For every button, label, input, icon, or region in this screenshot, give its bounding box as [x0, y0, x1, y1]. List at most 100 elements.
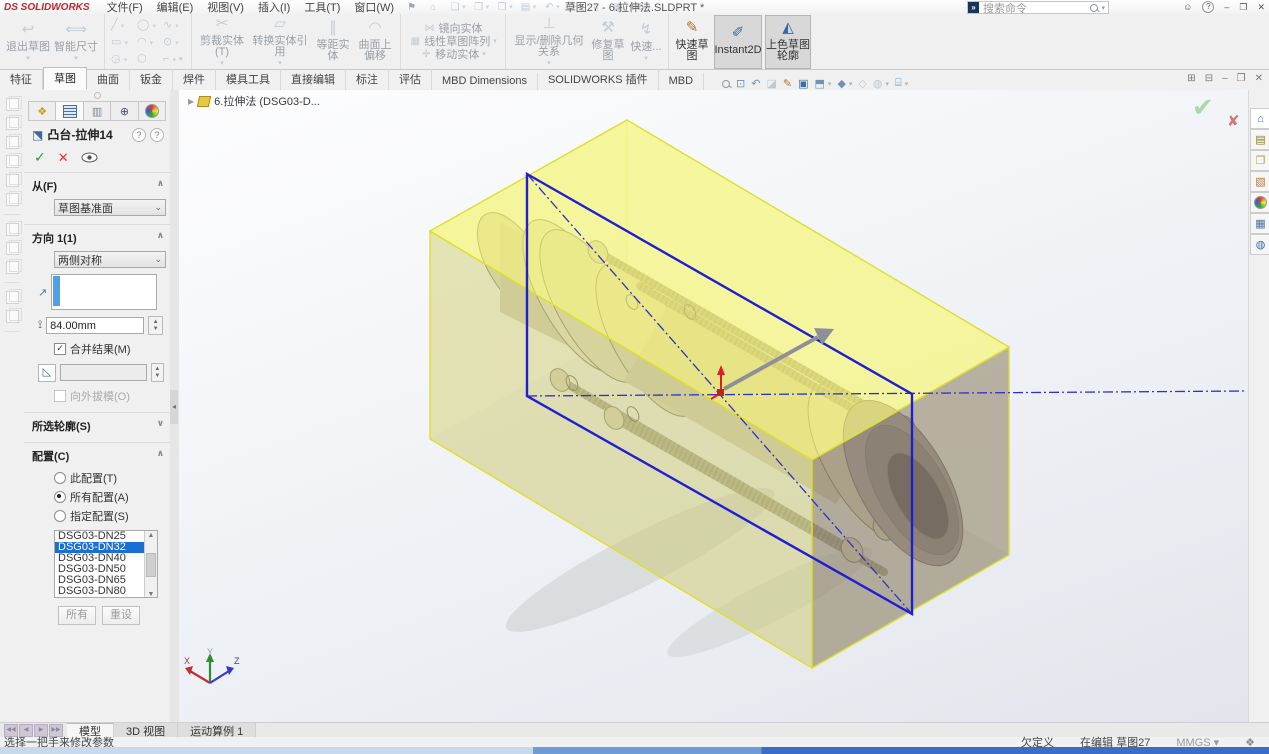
this-configuration-radio[interactable] [54, 472, 66, 484]
user-account-icon[interactable]: ☺ [1183, 2, 1192, 12]
doc-new-window-icon[interactable]: ⊞ [1187, 73, 1195, 84]
smart-dimension-button[interactable]: ⟺ 智能尺寸 ▾ [52, 24, 100, 60]
mirror-entities-button[interactable]: ⋈ 镜向实体 [424, 23, 483, 35]
list-scrollbar[interactable]: ▲▼ [144, 531, 157, 598]
search-caret-icon[interactable]: ▾ [1101, 4, 1105, 12]
appearances-tab[interactable] [1250, 192, 1269, 213]
apply-scene-icon[interactable]: ◍ [873, 77, 883, 90]
menu-view[interactable]: 视图(V) [200, 0, 251, 15]
feature-cube-icon[interactable] [6, 174, 19, 187]
cancel-button[interactable]: ✕ [58, 150, 69, 166]
menu-tools[interactable]: 工具(T) [297, 0, 347, 15]
breadcrumb-label[interactable]: 6.拉伸法 (DSG03-D... [214, 93, 320, 109]
doc-close-button[interactable]: ✕ [1255, 73, 1263, 84]
all-button[interactable]: 所有 [58, 606, 96, 625]
configurations-header[interactable]: 配置(C) [32, 448, 69, 464]
tab-direct-editing[interactable]: 直接编辑 [281, 69, 346, 90]
home-icon[interactable]: ⌂ [422, 2, 444, 13]
tab-evaluate[interactable]: 评估 [389, 69, 432, 90]
featuremanager-tab[interactable]: ❖ [29, 102, 56, 120]
exit-sketch-button[interactable]: ↩ 退出草图 ▾ [4, 24, 52, 60]
collapse-chevron-icon[interactable]: ∧ [157, 178, 164, 194]
selected-contours-header[interactable]: 所选轮廓(S) [32, 418, 91, 434]
solidworks-forum-tab[interactable]: ◍ [1250, 234, 1269, 255]
corner-rectangle-icon[interactable]: ▭ ▾ [109, 35, 135, 48]
direction-reference-box[interactable] [51, 274, 157, 310]
reverse-direction-icon[interactable]: ↗ [38, 286, 47, 299]
tab-features[interactable]: 特征 [0, 69, 43, 90]
hide-show-items-icon[interactable]: ◇ [858, 77, 866, 90]
feature-cube-icon[interactable] [6, 310, 19, 323]
feature-cube-icon[interactable] [6, 242, 19, 255]
sketch-settings-icon[interactable]: ✎ [783, 77, 792, 90]
offset-on-surface-button[interactable]: ◠ 曲面上偏移 [354, 22, 396, 62]
close-button[interactable]: ✕ [1257, 2, 1265, 13]
apply-scene-caret-icon[interactable]: ▾ [886, 80, 890, 88]
save-caret-icon[interactable]: ▾ [509, 3, 513, 11]
draft-button[interactable]: ◺ [38, 364, 56, 382]
menu-edit[interactable]: 编辑(E) [150, 0, 201, 15]
panel-handle[interactable] [94, 92, 101, 99]
file-explorer-tab[interactable]: ❐ [1250, 150, 1269, 171]
confirmation-ok-icon[interactable]: ✔ [1192, 92, 1214, 123]
menu-window[interactable]: 窗口(W) [347, 0, 401, 15]
help-question-icon[interactable]: ? [150, 128, 164, 142]
from-header[interactable]: 从(F) [32, 178, 57, 194]
trim-entities-button[interactable]: ✂ 剪裁实体(T) ▾ [196, 18, 248, 65]
offset-entities-button[interactable]: ∥ 等距实体 [312, 22, 354, 62]
reset-button[interactable]: 重设 [102, 606, 140, 625]
doc-tile-icon[interactable]: ⊟ [1205, 73, 1213, 84]
line-icon[interactable]: ╱ ▾ [109, 18, 135, 31]
preview-eye-icon[interactable] [81, 152, 98, 163]
repair-sketch-button[interactable]: ⚒ 修复草图 [588, 22, 628, 62]
fillet-icon[interactable]: ◶ ▾ [109, 52, 135, 65]
spline-icon[interactable]: ∿ ▾ [161, 18, 187, 31]
tab-motion-study[interactable]: 运动算例 1 [178, 723, 256, 738]
tab-weldments[interactable]: 焊件 [173, 69, 216, 90]
appearance-icon[interactable]: ▣ [798, 77, 808, 90]
arc-icon[interactable]: ◠ ▾ [135, 35, 161, 48]
tab-sketch[interactable]: 草图 [43, 67, 87, 90]
search-commands-box[interactable]: » 搜索命令 ▾ [967, 1, 1109, 14]
view-settings-icon[interactable]: ⌸ [895, 77, 902, 90]
graphics-viewport[interactable]: X Y Z [179, 90, 1248, 722]
merge-result-checkbox[interactable]: ✓ [54, 343, 66, 355]
scroll-up-icon[interactable]: ▲ [148, 532, 155, 539]
circle-icon[interactable]: ◯ ▾ [135, 18, 161, 31]
collapse-chevron-icon[interactable]: ∧ [157, 230, 164, 246]
polygon-icon[interactable]: ⬡ [135, 52, 161, 65]
instant2d-button[interactable]: ✐ Instant2D [714, 15, 762, 69]
feature-cube-icon[interactable] [6, 155, 19, 168]
feature-cube-icon[interactable] [6, 98, 19, 111]
keep-visible-icon[interactable]: ? [132, 128, 146, 142]
feature-cube-icon[interactable] [6, 136, 19, 149]
open-caret-icon[interactable]: ▾ [486, 3, 490, 11]
end-condition-dropdown[interactable]: 两侧对称 ⌄ [54, 251, 166, 268]
feature-cube-icon[interactable] [6, 193, 19, 206]
ok-button[interactable]: ✓ [34, 149, 46, 166]
tab-solidworks-addins[interactable]: SOLIDWORKS 插件 [538, 69, 659, 90]
feature-cube-icon[interactable] [6, 117, 19, 130]
configuration-list[interactable]: DSG03-DN25 DSG03-DN32 DSG03-DN40 DSG03-D… [54, 530, 158, 598]
feature-cube-icon[interactable] [6, 291, 19, 304]
feature-cube-icon[interactable] [6, 261, 19, 274]
new-caret-icon[interactable]: ▾ [462, 3, 466, 11]
custom-properties-tab[interactable]: ▦ [1250, 213, 1269, 234]
breadcrumb-expand-icon[interactable]: ▶ [188, 97, 194, 106]
displaymanager-tab[interactable] [139, 102, 165, 120]
tab-surfaces[interactable]: 曲面 [87, 69, 130, 90]
expand-chevron-icon[interactable]: ∨ [157, 418, 164, 434]
shaded-sketch-contours-button[interactable]: ◭ 上色草图轮廓 [765, 15, 811, 69]
collapse-chevron-icon[interactable]: ∧ [157, 448, 164, 464]
convert-entities-button[interactable]: ▱ 转换实体引用 ▾ [248, 18, 312, 65]
propertymanager-tab[interactable] [56, 102, 83, 120]
linear-sketch-pattern-button[interactable]: ▦ 线性草图阵列 ▾ [409, 36, 497, 48]
undo-caret-icon[interactable]: ▾ [556, 3, 560, 11]
depth-input[interactable]: 84.00mm [46, 317, 144, 334]
depth-spinner[interactable]: ▲▼ [148, 316, 163, 335]
confirmation-cancel-icon[interactable]: ✘ [1227, 112, 1240, 130]
zoom-to-area-icon[interactable]: ⊡ [736, 77, 745, 90]
view-settings-caret-icon[interactable]: ▾ [905, 80, 909, 88]
direction1-header[interactable]: 方向 1(1) [32, 230, 77, 246]
point-icon[interactable]: ⌐ ▾ ▪ [161, 53, 187, 65]
